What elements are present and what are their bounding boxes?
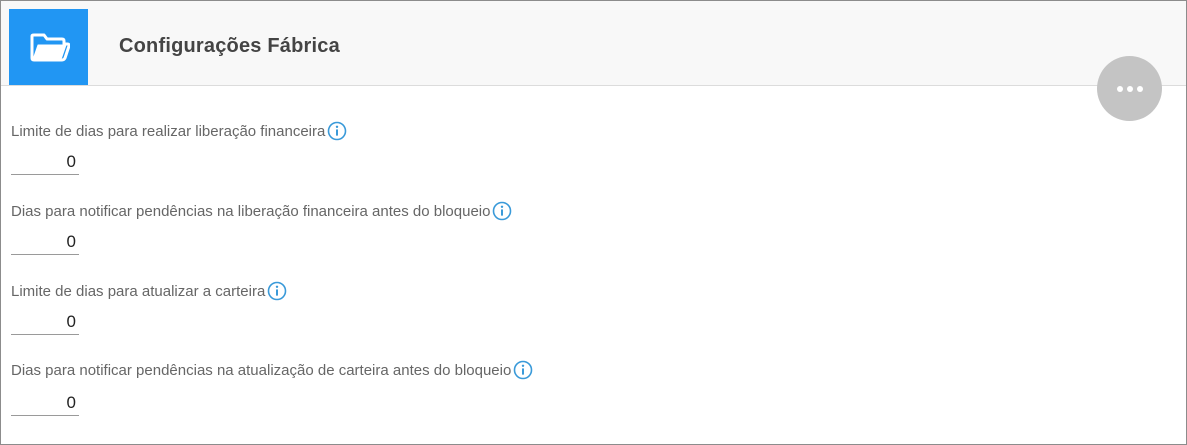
info-icon[interactable] — [492, 201, 512, 221]
field-label: Limite de dias para atualizar a carteira — [11, 282, 266, 300]
folder-open-icon — [28, 30, 70, 64]
setting-field-notificar-liberacao: Dias para notificar pendências na libera… — [11, 201, 512, 255]
setting-field-limite-liberacao: Limite de dias para realizar liberação f… — [11, 121, 347, 175]
header-icon-box — [9, 9, 88, 85]
more-horizontal-icon — [1115, 85, 1145, 92]
more-options-button[interactable] — [1097, 56, 1162, 121]
field-label: Limite de dias para realizar liberação f… — [11, 122, 326, 140]
info-icon[interactable] — [327, 121, 347, 141]
panel-header: Configurações Fábrica — [1, 1, 1186, 86]
setting-field-limite-carteira: Limite de dias para atualizar a carteira — [11, 281, 287, 335]
setting-field-notificar-carteira: Dias para notificar pendências na atuali… — [11, 360, 533, 416]
field-label: Dias para notificar pendências na libera… — [11, 202, 491, 220]
info-icon[interactable] — [513, 360, 533, 380]
field-label: Dias para notificar pendências na atuali… — [11, 361, 512, 379]
limite-carteira-input[interactable] — [11, 309, 79, 335]
notificar-liberacao-input[interactable] — [11, 229, 79, 255]
settings-panel: Configurações Fábrica Limite de dias par… — [0, 0, 1187, 445]
notificar-carteira-input[interactable] — [11, 390, 79, 416]
page-title: Configurações Fábrica — [119, 35, 340, 57]
limite-liberacao-input[interactable] — [11, 149, 79, 175]
info-icon[interactable] — [267, 281, 287, 301]
